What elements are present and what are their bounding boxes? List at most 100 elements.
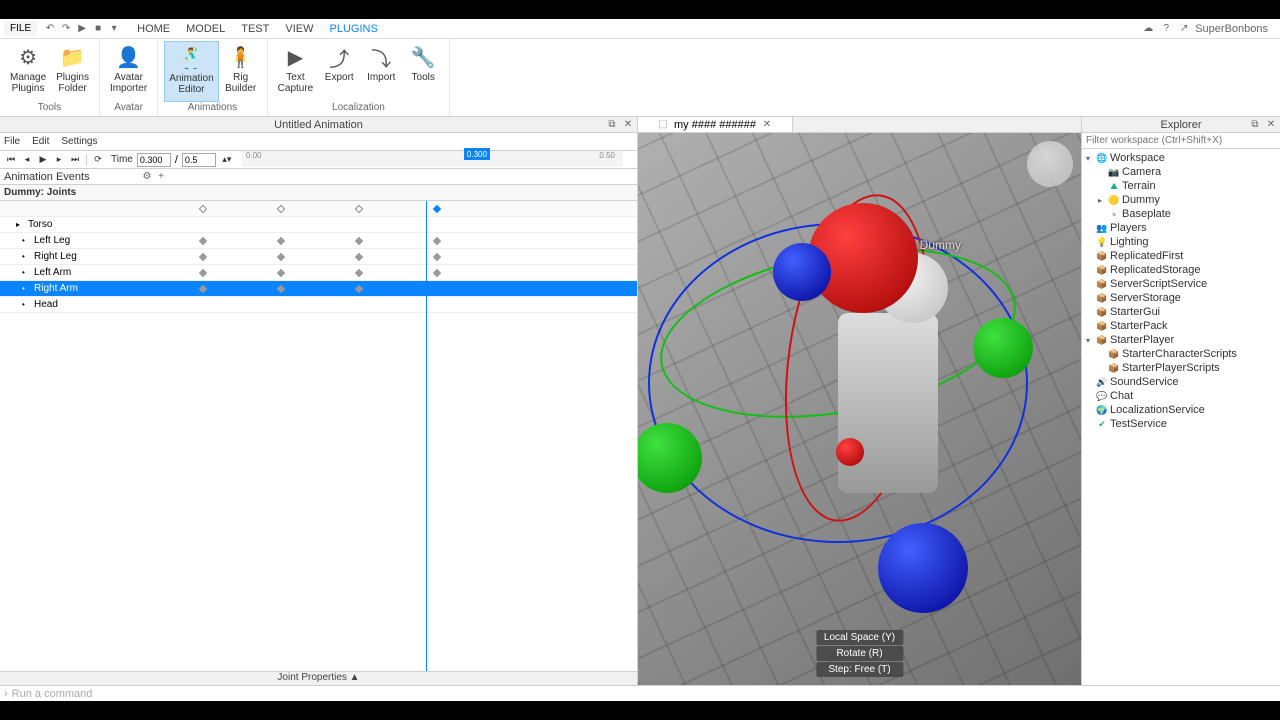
keyframe[interactable] (433, 205, 441, 213)
ribbon-text-capture[interactable]: ▶TextCapture (274, 41, 318, 102)
joint-row[interactable]: ▸Torso (0, 217, 637, 233)
anim-menu-settings[interactable]: Settings (61, 136, 97, 147)
keyframe[interactable] (199, 237, 207, 245)
keyframe[interactable] (277, 237, 285, 245)
expand-icon[interactable]: ▾ (1086, 154, 1096, 163)
keyframe[interactable] (433, 269, 441, 277)
anim-menu-file[interactable]: File (4, 136, 20, 147)
menu-tab-view[interactable]: VIEW (277, 21, 321, 37)
dropdown-icon[interactable]: ▾ (107, 22, 121, 36)
keyframe[interactable] (277, 269, 285, 277)
joint-row[interactable]: •Left Arm (0, 265, 637, 281)
joint-properties[interactable]: Joint Properties ▲ (0, 671, 637, 685)
prev-frame-button[interactable]: ◂ (20, 153, 34, 167)
dock-icon[interactable]: ⧉ (605, 118, 619, 132)
play-icon[interactable]: ▶ (75, 22, 89, 36)
gear-icon[interactable]: ⚙ (140, 170, 154, 184)
redo-icon[interactable]: ↷ (59, 22, 73, 36)
ribbon-animation-editor[interactable]: 🕺AnimationEditor (164, 41, 218, 102)
tree-item-baseplate[interactable]: ▫Baseplate (1082, 207, 1280, 221)
keyframe[interactable] (277, 285, 285, 293)
keyframe[interactable] (433, 237, 441, 245)
playhead-flag[interactable]: 0.300 (464, 148, 490, 160)
loop-button[interactable]: ⟳ (91, 153, 105, 167)
tree-item-testservice[interactable]: ✔TestService (1082, 417, 1280, 431)
menu-tab-test[interactable]: TEST (233, 21, 277, 37)
ribbon-avatar-importer[interactable]: 👤AvatarImporter (106, 41, 151, 102)
menu-tab-model[interactable]: MODEL (178, 21, 233, 37)
close-icon[interactable]: ✕ (1264, 118, 1278, 132)
keyframe[interactable] (199, 269, 207, 277)
expand-icon[interactable]: ▾ (1086, 336, 1096, 345)
time-field[interactable] (137, 153, 171, 167)
explorer-filter[interactable] (1082, 133, 1280, 149)
keyframe[interactable] (199, 205, 207, 213)
keyframe[interactable] (355, 269, 363, 277)
close-icon[interactable]: ✕ (621, 118, 635, 132)
viewport-tab[interactable]: ⬚ my #### ###### ✕ (638, 117, 793, 132)
add-event-icon[interactable]: + (154, 170, 168, 184)
tree-item-workspace[interactable]: ▾🌐Workspace (1082, 151, 1280, 165)
time-max-field[interactable] (182, 153, 216, 167)
tree-item-localizationservice[interactable]: 🌍LocalizationService (1082, 403, 1280, 417)
tree-item-soundservice[interactable]: 🔊SoundService (1082, 375, 1280, 389)
keyframe[interactable] (199, 253, 207, 261)
keyframe[interactable] (433, 285, 441, 293)
ribbon-export[interactable]: ⤴Export (319, 41, 359, 102)
share-icon[interactable]: ↗ (1177, 22, 1191, 36)
anim-menu-edit[interactable]: Edit (32, 136, 49, 147)
file-menu[interactable]: FILE (4, 21, 37, 36)
ribbon-rig-builder[interactable]: 🧍RigBuilder (221, 41, 261, 102)
tree-item-starterplayerscripts[interactable]: 📦StarterPlayerScripts (1082, 361, 1280, 375)
keyframe[interactable] (277, 253, 285, 261)
first-frame-button[interactable]: ⏮ (4, 153, 18, 167)
tree-item-starterpack[interactable]: 📦StarterPack (1082, 319, 1280, 333)
view-cube[interactable] (1027, 141, 1073, 187)
username[interactable]: SuperBonbons (1195, 23, 1268, 35)
last-frame-button[interactable]: ⏭ (68, 153, 82, 167)
menu-tab-home[interactable]: HOME (129, 21, 178, 37)
keyframe[interactable] (355, 285, 363, 293)
viewport-canvas[interactable]: Dummy Local Space (Y)Rotate (R)Step: Fre… (638, 133, 1081, 685)
cloud-icon[interactable]: ☁ (1141, 22, 1155, 36)
ribbon-manage-plugins[interactable]: ⚙ManagePlugins (6, 41, 50, 102)
command-bar[interactable]: › Run a command (0, 685, 1280, 701)
tree-item-starterplayer[interactable]: ▾📦StarterPlayer (1082, 333, 1280, 347)
joint-row[interactable]: •Right Arm (0, 281, 637, 297)
close-tab-icon[interactable]: ✕ (760, 118, 774, 132)
tree-item-replicatedfirst[interactable]: 📦ReplicatedFirst (1082, 249, 1280, 263)
keyframe[interactable] (199, 285, 207, 293)
tree-item-serverscriptservice[interactable]: 📦ServerScriptService (1082, 277, 1280, 291)
tree-item-chat[interactable]: 💬Chat (1082, 389, 1280, 403)
tree-item-lighting[interactable]: 💡Lighting (1082, 235, 1280, 249)
tree-item-startergui[interactable]: 📦StarterGui (1082, 305, 1280, 319)
ribbon-tools[interactable]: 🔧Tools (403, 41, 443, 102)
keyframe[interactable] (355, 253, 363, 261)
keyframe[interactable] (433, 253, 441, 261)
keyframe[interactable] (277, 205, 285, 213)
next-frame-button[interactable]: ▸ (52, 153, 66, 167)
stepper-icon[interactable]: ▴▾ (220, 153, 234, 167)
ruler-tick-end: 0.50 (599, 151, 615, 160)
dock-icon[interactable]: ⧉ (1248, 118, 1262, 132)
play-button[interactable]: ▶ (36, 153, 50, 167)
tree-item-players[interactable]: 👥Players (1082, 221, 1280, 235)
expand-icon[interactable]: ▸ (1098, 196, 1108, 205)
keyframe[interactable] (355, 237, 363, 245)
undo-icon[interactable]: ↶ (43, 22, 57, 36)
tree-item-serverstorage[interactable]: 📦ServerStorage (1082, 291, 1280, 305)
help-icon[interactable]: ? (1159, 22, 1173, 36)
joint-row[interactable]: •Head (0, 297, 637, 313)
stop-icon[interactable]: ■ (91, 22, 105, 36)
tree-item-replicatedstorage[interactable]: 📦ReplicatedStorage (1082, 263, 1280, 277)
tree-item-startercharacterscripts[interactable]: 📦StarterCharacterScripts (1082, 347, 1280, 361)
joint-row[interactable]: •Right Leg (0, 249, 637, 265)
menu-tab-plugins[interactable]: PLUGINS (322, 21, 386, 37)
ribbon-import[interactable]: ⤵Import (361, 41, 401, 102)
tree-item-camera[interactable]: 📷Camera (1082, 165, 1280, 179)
keyframe[interactable] (355, 205, 363, 213)
tree-item-dummy[interactable]: ▸🟡Dummy (1082, 193, 1280, 207)
ribbon-plugins-folder[interactable]: 📁PluginsFolder (52, 41, 93, 102)
joint-row[interactable]: •Left Leg (0, 233, 637, 249)
tree-item-terrain[interactable]: ⛰Terrain (1082, 179, 1280, 193)
